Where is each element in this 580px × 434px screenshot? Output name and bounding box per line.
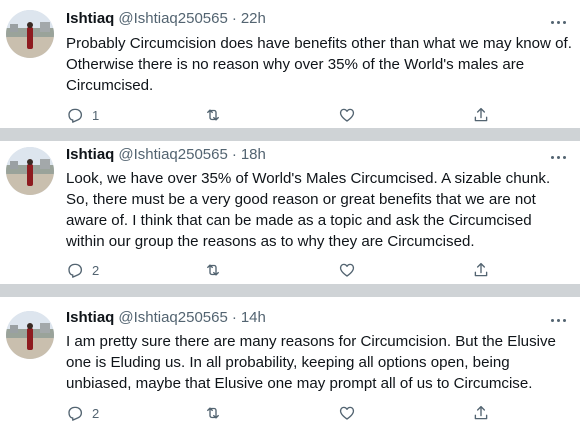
tweet-text-line: I am pretty sure there are many reasons … <box>66 333 556 350</box>
more-icon[interactable] <box>548 15 568 29</box>
share-button[interactable] <box>472 104 490 126</box>
reply-icon <box>68 406 83 421</box>
tweet-text: Look, we have over 35% of World's Males … <box>66 168 576 252</box>
tweet-text-line: one is Eluding us. In all probability, k… <box>66 354 510 371</box>
share-icon <box>474 405 488 420</box>
divider <box>0 284 580 297</box>
author-handle[interactable]: @Ishtiaq250565 <box>118 10 227 27</box>
retweet-button[interactable] <box>204 402 222 424</box>
avatar[interactable] <box>6 10 54 58</box>
tweet-text-line: So, there must be a very good reason or … <box>66 191 536 208</box>
like-button[interactable] <box>338 402 356 424</box>
tweet-actions: 2 <box>66 402 496 424</box>
timestamp[interactable]: 14h <box>241 309 266 326</box>
tweet-header: Ishtiaq @Ishtiaq250565 · 14h <box>66 309 266 329</box>
avatar[interactable] <box>6 311 54 359</box>
divider <box>0 128 580 141</box>
like-icon <box>339 406 355 420</box>
tweet-header: Ishtiaq @Ishtiaq250565 · 22h <box>66 10 266 30</box>
tweet-text-line: Circumcised. <box>66 77 154 94</box>
share-button[interactable] <box>472 402 490 424</box>
timestamp[interactable]: 18h <box>241 146 266 163</box>
retweet-button[interactable] <box>204 259 222 281</box>
tweet-text: I am pretty sure there are many reasons … <box>66 331 576 394</box>
reply-button[interactable]: 2 <box>66 402 99 424</box>
author-handle[interactable]: @Ishtiaq250565 <box>118 146 227 163</box>
retweet-icon <box>207 407 219 419</box>
tweet-text-line: Look, we have over 35% of World's Males … <box>66 170 551 187</box>
tweet[interactable]: Ishtiaq @Ishtiaq250565 · 14h I am pretty… <box>0 297 580 434</box>
reply-button[interactable]: 1 <box>66 104 99 126</box>
more-icon[interactable] <box>548 150 568 164</box>
tweet-text-line: within our group the reasons as to why t… <box>66 233 475 250</box>
more-icon[interactable] <box>548 313 568 327</box>
reply-icon <box>68 263 83 278</box>
retweet-icon <box>207 264 219 276</box>
reply-count: 2 <box>92 262 100 278</box>
share-icon <box>474 262 488 277</box>
tweet[interactable]: Ishtiaq @Ishtiaq250565 · 22h Probably Ci… <box>0 0 580 128</box>
separator-dot: · <box>231 146 237 163</box>
tweet-text-line: unbiased, maybe that Elusive one may pro… <box>66 375 533 392</box>
like-icon <box>339 108 355 122</box>
author-name[interactable]: Ishtiaq <box>66 146 114 163</box>
tweet-text: Probably Circumcision does have benefits… <box>66 33 576 96</box>
author-handle[interactable]: @Ishtiaq250565 <box>118 309 227 326</box>
author-name[interactable]: Ishtiaq <box>66 309 114 326</box>
tweet-text-line: Probably Circumcision does have benefits… <box>66 35 572 52</box>
tweet-actions: 2 <box>66 259 496 281</box>
like-icon <box>339 263 355 277</box>
author-name[interactable]: Ishtiaq <box>66 10 114 27</box>
timestamp[interactable]: 22h <box>241 10 266 27</box>
reply-button[interactable]: 2 <box>66 259 99 281</box>
avatar[interactable] <box>6 147 54 195</box>
separator-dot: · <box>231 309 237 326</box>
tweet-actions: 1 <box>66 104 496 126</box>
reply-count: 2 <box>92 405 100 421</box>
tweet-text-line: Otherwise there is no reason why over 35… <box>66 56 525 73</box>
share-icon <box>474 107 488 122</box>
retweet-button[interactable] <box>204 104 222 126</box>
separator-dot: · <box>231 10 237 27</box>
retweet-icon <box>207 109 219 121</box>
like-button[interactable] <box>338 104 356 126</box>
tweet-text-line: aware of. I think that can be made as a … <box>66 212 532 229</box>
like-button[interactable] <box>338 259 356 281</box>
tweet[interactable]: Ishtiaq @Ishtiaq250565 · 18h Look, we ha… <box>0 141 580 284</box>
reply-icon <box>68 108 83 123</box>
share-button[interactable] <box>472 259 490 281</box>
reply-count: 1 <box>92 107 100 123</box>
tweet-header: Ishtiaq @Ishtiaq250565 · 18h <box>66 146 266 166</box>
